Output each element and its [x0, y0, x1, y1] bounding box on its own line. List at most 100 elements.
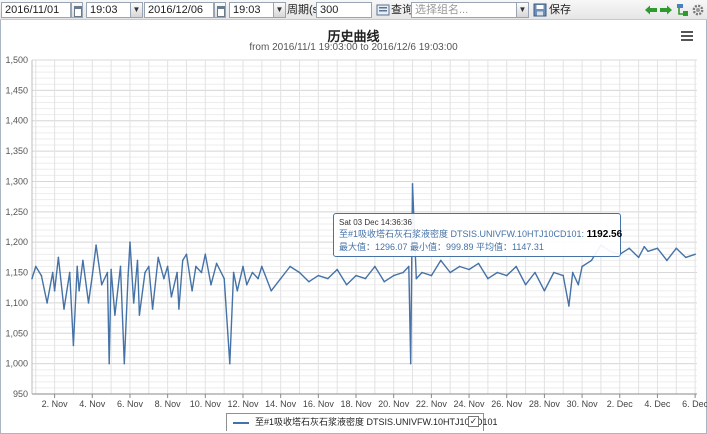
data-point: [257, 277, 259, 280]
data-point: [317, 274, 320, 277]
data-point: [355, 274, 357, 277]
data-point: [374, 265, 376, 268]
data-point: [666, 259, 668, 262]
data-point: [123, 362, 126, 365]
data-point: [114, 314, 116, 316]
x-tick-label: 8. Nov: [155, 399, 182, 409]
data-point: [181, 259, 184, 262]
data-point: [505, 274, 508, 277]
data-point: [108, 362, 111, 365]
data-point: [515, 265, 517, 268]
data-point: [119, 265, 122, 268]
x-tick-label: 28. Nov: [529, 399, 561, 409]
data-point: [402, 271, 404, 274]
x-tick-label: 16. Nov: [303, 399, 335, 409]
tooltip-stats: 最大值：1296.07 最小值：999.89 平均值：1147.31: [339, 242, 544, 252]
legend-checkbox[interactable]: ✓: [468, 416, 479, 427]
data-point: [496, 271, 499, 274]
data-point: [430, 274, 433, 277]
data-point: [407, 265, 410, 268]
y-tick-label: 1,300: [5, 176, 28, 186]
data-point: [270, 289, 273, 292]
data-point: [534, 271, 536, 274]
data-point: [170, 296, 173, 298]
data-point: [136, 259, 139, 262]
legend-line-swatch: [233, 422, 249, 424]
data-point: [176, 271, 178, 274]
data-point: [392, 274, 395, 277]
data-point: [477, 262, 480, 265]
data-point: [553, 271, 555, 274]
data-point: [151, 308, 154, 310]
tooltip-value-line: 至#1吸收塔石灰石浆液密度 DTSIS.UNIVFW.10HTJ10CD101:…: [339, 228, 622, 241]
data-point: [590, 259, 593, 262]
y-tick-label: 1,150: [5, 268, 28, 278]
data-point: [458, 265, 461, 268]
data-point: [562, 274, 565, 277]
y-tick-label: 1,250: [5, 207, 28, 217]
tooltip-time: Sat 03 Dec 14:36:36: [339, 218, 412, 227]
data-point: [76, 265, 79, 268]
data-point: [298, 271, 301, 274]
data-point: [364, 277, 367, 280]
data-point: [127, 274, 129, 277]
data-point: [63, 308, 65, 310]
data-point: [383, 280, 386, 283]
data-point: [684, 256, 687, 259]
x-tick-label: 2. Nov: [42, 399, 69, 409]
data-point: [210, 283, 212, 286]
data-point: [147, 265, 150, 268]
data-point: [132, 302, 135, 304]
data-point: [166, 265, 169, 268]
data-point: [223, 277, 225, 280]
data-point: [34, 265, 37, 268]
data-point: [110, 268, 112, 271]
data-point: [178, 308, 180, 310]
data-point: [100, 283, 103, 286]
data-point: [524, 283, 527, 286]
data-point: [571, 271, 574, 274]
data-point: [46, 302, 48, 304]
chart-legend[interactable]: 至#1吸收塔石灰石浆液密度 DTSIS.UNIVFW.10HTJ10CD101 …: [226, 413, 498, 431]
y-tick-label: 1,050: [5, 328, 28, 338]
data-point: [144, 271, 146, 274]
data-point: [91, 274, 94, 277]
y-tick-label: 1,400: [5, 116, 28, 126]
data-point: [200, 271, 203, 274]
y-tick-label: 950: [13, 389, 28, 399]
data-point: [637, 256, 640, 259]
data-point: [487, 277, 489, 280]
data-point: [31, 277, 33, 280]
legend-label: 至#1吸收塔石灰石浆液密度 DTSIS.UNIVFW.10HTJ10CD101: [255, 417, 498, 427]
data-point: [236, 289, 239, 292]
data-point: [78, 289, 80, 292]
x-tick-label: 10. Nov: [190, 399, 222, 409]
data-point: [191, 289, 193, 292]
data-point: [326, 277, 329, 280]
chart-tooltip: Sat 03 Dec 14:36:36 至#1吸收塔石灰石浆液密度 DTSIS.…: [333, 213, 622, 257]
x-tick-label: 4. Dec: [644, 399, 671, 409]
tooltip-value: 1192.56: [586, 229, 623, 240]
data-point: [242, 265, 244, 268]
x-tick-label: 2. Dec: [607, 399, 634, 409]
data-point: [163, 277, 165, 280]
y-tick-label: 1,450: [5, 85, 28, 95]
y-tick-label: 1,350: [5, 146, 28, 156]
series-line: [31, 183, 696, 365]
x-tick-label: 4. Nov: [79, 399, 106, 409]
x-tick-label: 24. Nov: [454, 399, 486, 409]
data-point: [415, 277, 418, 280]
data-point: [157, 256, 160, 259]
data-point: [628, 247, 630, 250]
data-point: [87, 302, 90, 304]
data-point: [643, 245, 646, 248]
data-point: [229, 362, 231, 365]
data-point: [647, 250, 649, 253]
data-point: [468, 268, 470, 271]
x-tick-label: 26. Nov: [491, 399, 523, 409]
data-point: [215, 262, 218, 265]
data-point: [204, 253, 207, 256]
data-point: [57, 256, 60, 259]
y-tick-label: 1,200: [5, 237, 28, 247]
data-point: [694, 253, 696, 256]
